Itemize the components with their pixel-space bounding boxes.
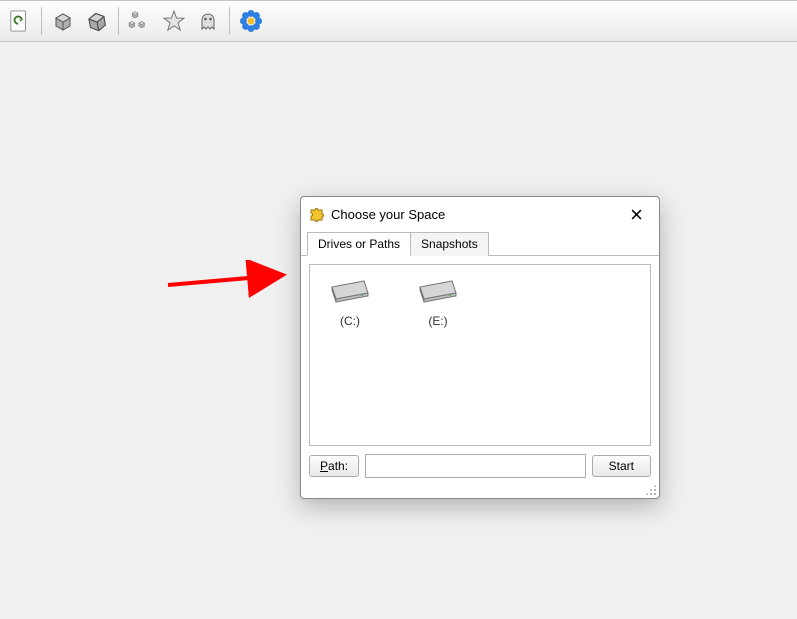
flower-icon — [238, 8, 264, 34]
separator — [229, 7, 230, 35]
titlebar[interactable]: Choose your Space — [301, 197, 659, 231]
drive-label: (C:) — [320, 314, 380, 328]
grip-icon — [645, 484, 657, 496]
dialog-title: Choose your Space — [331, 207, 615, 222]
flower-button[interactable] — [235, 5, 267, 37]
resize-grip[interactable] — [301, 484, 659, 498]
tab-snapshots[interactable]: Snapshots — [410, 232, 489, 256]
path-button[interactable]: Path: — [309, 455, 359, 477]
drive-icon — [416, 275, 460, 305]
tabs: Drives or Paths Snapshots — [301, 231, 659, 256]
ghost-icon — [196, 9, 220, 33]
separator — [118, 7, 119, 35]
close-button[interactable] — [621, 203, 651, 225]
refresh-button[interactable] — [4, 5, 36, 37]
cube-icon — [51, 9, 75, 33]
drive-item[interactable]: (C:) — [320, 275, 380, 328]
choose-space-dialog: Choose your Space Drives or Paths Snapsh… — [300, 196, 660, 499]
bottom-row: Path: Start — [301, 450, 659, 484]
path-input[interactable] — [365, 454, 586, 478]
star-icon — [162, 9, 186, 33]
drive-icon — [328, 275, 372, 305]
tab-drives-or-paths[interactable]: Drives or Paths — [307, 232, 411, 256]
start-button[interactable]: Start — [592, 455, 651, 477]
puzzle-icon — [309, 206, 325, 222]
separator — [41, 7, 42, 35]
cubes-icon — [127, 8, 153, 34]
drives-list: (C:) (E:) — [309, 264, 651, 446]
close-icon — [631, 209, 642, 220]
ghost-button[interactable] — [192, 5, 224, 37]
cube-angled-icon — [84, 8, 110, 34]
star-button[interactable] — [158, 5, 190, 37]
cubes-button[interactable] — [124, 5, 156, 37]
drive-label: (E:) — [408, 314, 468, 328]
refresh-icon — [9, 10, 31, 32]
annotation-arrow — [163, 260, 303, 300]
main-toolbar — [0, 0, 797, 42]
cube-button[interactable] — [47, 5, 79, 37]
drive-item[interactable]: (E:) — [408, 275, 468, 328]
cube-angled-button[interactable] — [81, 5, 113, 37]
